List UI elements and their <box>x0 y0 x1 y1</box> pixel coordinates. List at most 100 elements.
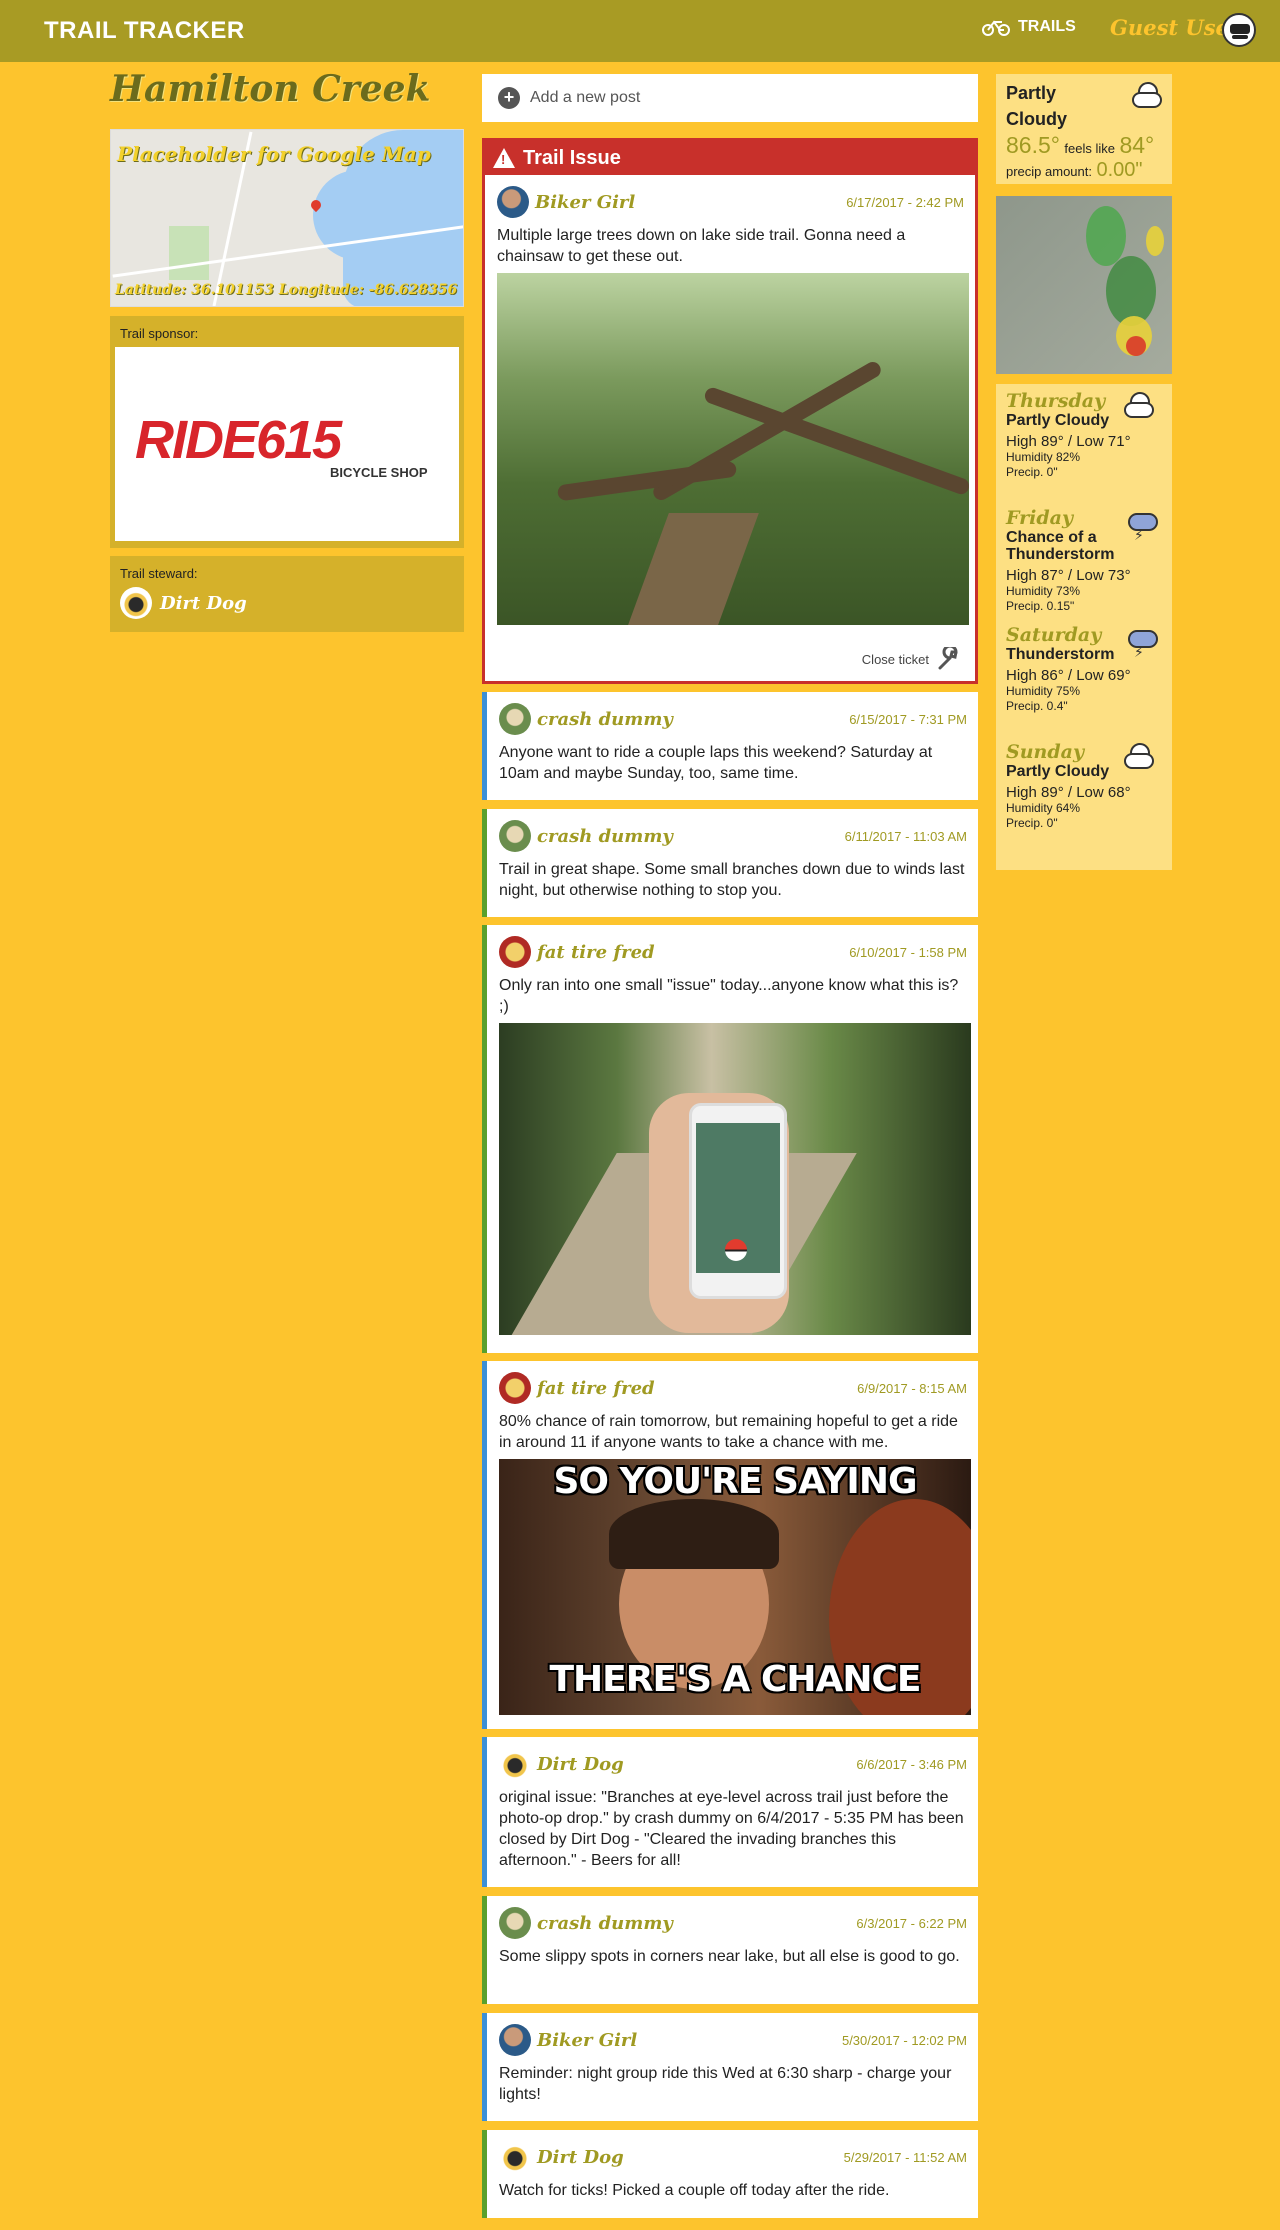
trail-issue-card: ! Trail Issue Biker Girl 6/17/2017 - 2:4… <box>482 138 978 684</box>
avatar <box>499 2024 531 2056</box>
radar-blob <box>1146 226 1164 256</box>
current-condition: Partly Cloudy <box>1006 83 1067 129</box>
meme-bottom-text: THERE'S A CHANCE <box>549 1659 921 1700</box>
user-name[interactable]: Guest User <box>1110 15 1240 40</box>
post-author[interactable]: crash dummy <box>537 826 673 847</box>
avatar <box>499 1907 531 1939</box>
post-card: fat tire fred 6/9/2017 - 8:15 AM 80% cha… <box>482 1361 978 1729</box>
feels-like-label: feels like <box>1064 141 1115 156</box>
steward-panel: Trail steward: Dirt Dog <box>110 556 464 632</box>
forecast-precip: Precip. 0" <box>1006 816 1058 830</box>
post-date: 6/9/2017 - 8:15 AM <box>857 1380 967 1396</box>
avatar <box>499 703 531 735</box>
forecast-high-low: High 89° / Low 68° <box>1006 784 1131 801</box>
post-author[interactable]: Dirt Dog <box>537 2147 624 2168</box>
post-author[interactable]: crash dummy <box>537 1913 673 1934</box>
post-author[interactable]: fat tire fred <box>537 1378 655 1399</box>
nav-trails-link[interactable]: TRAILS <box>982 18 1076 36</box>
map-placeholder-label: Placeholder for Google Map <box>117 142 431 166</box>
forecast-high-low: High 86° / Low 69° <box>1006 667 1131 684</box>
post-text: Some slippy spots in corners near lake, … <box>499 1948 960 1965</box>
post-author[interactable]: Dirt Dog <box>537 1754 624 1775</box>
forecast-precip: Precip. 0.15" <box>1006 599 1075 613</box>
post-text: Only ran into one small "issue" today...… <box>499 977 959 1015</box>
post-text: 80% chance of rain tomorrow, but remaini… <box>499 1413 958 1451</box>
current-temp: 86.5° <box>1006 132 1060 158</box>
forecast-humidity: Humidity 75% <box>1006 684 1081 698</box>
pokeball-icon <box>725 1239 747 1261</box>
feels-like-temp: 84° <box>1119 132 1155 158</box>
plus-icon: + <box>498 87 520 109</box>
add-post-label: Add a new post <box>530 89 641 106</box>
radar-blob <box>1086 206 1126 266</box>
steward-name[interactable]: Dirt Dog <box>160 593 247 614</box>
post-date: 6/3/2017 - 6:22 PM <box>856 1915 967 1931</box>
forecast-day: Sunday Partly Cloudy High 89° / Low 68° … <box>1006 741 1162 858</box>
post-date: 6/11/2017 - 11:03 AM <box>844 828 967 844</box>
avatar <box>120 587 152 619</box>
meme-top-text: SO YOU'RE SAYING <box>553 1461 917 1502</box>
post-date: 5/30/2017 - 12:02 PM <box>841 2032 967 2048</box>
avatar <box>497 186 529 218</box>
forecast-high-low: High 87° / Low 73° <box>1006 567 1131 584</box>
post-author[interactable]: fat tire fred <box>537 942 655 963</box>
post-date: 6/15/2017 - 7:31 PM <box>849 711 967 727</box>
post-photo[interactable] <box>497 273 969 625</box>
user-avatar[interactable] <box>1222 13 1256 47</box>
forecast-day: Thursday Partly Cloudy High 89° / Low 71… <box>1006 390 1162 507</box>
forecast-humidity: Humidity 64% <box>1006 801 1081 815</box>
sponsor-panel: Trail sponsor: RIDE615 BICYCLE SHOP <box>110 316 464 548</box>
close-ticket-label: Close ticket <box>861 651 929 667</box>
post-card: Biker Girl 5/30/2017 - 12:02 PM Reminder… <box>482 2013 978 2121</box>
precip-amount: 0.00" <box>1096 159 1143 181</box>
thunderstorm-icon: ⚡ <box>1124 626 1158 660</box>
post-card: crash dummy 6/3/2017 - 6:22 PM Some slip… <box>482 1896 978 2004</box>
weather-radar-map[interactable] <box>996 196 1172 374</box>
close-ticket-button[interactable]: Close ticket <box>862 647 961 671</box>
avatar <box>499 1748 531 1780</box>
avatar <box>499 2141 531 2173</box>
post-photo[interactable] <box>499 1023 971 1335</box>
post-author[interactable]: Biker Girl <box>535 192 635 213</box>
avatar <box>499 1372 531 1404</box>
trail-map[interactable]: Placeholder for Google Map Latitude: 36.… <box>110 129 464 307</box>
partly-cloudy-icon <box>1124 392 1158 420</box>
avatar <box>499 820 531 852</box>
bicycle-icon <box>982 20 1010 36</box>
forecast-precip: Precip. 0" <box>1006 465 1058 479</box>
photo-trail-path <box>625 513 759 625</box>
forecast-panel: Thursday Partly Cloudy High 89° / Low 71… <box>996 384 1172 870</box>
post-date: 5/29/2017 - 11:52 AM <box>843 2149 967 2165</box>
meme-hair <box>609 1499 779 1569</box>
post-date: 6/6/2017 - 3:46 PM <box>856 1756 967 1772</box>
top-nav-bar: TRAIL TRACKER TRAILS Guest User <box>0 0 1280 62</box>
post-text: Trail in great shape. Some small branche… <box>499 861 965 899</box>
post-text: Reminder: night group ride this Wed at 6… <box>499 2065 952 2103</box>
warning-icon: ! <box>493 148 515 168</box>
sponsor-logo[interactable]: RIDE615 BICYCLE SHOP <box>115 347 459 541</box>
post-photo[interactable]: SO YOU'RE SAYING THERE'S A CHANCE <box>499 1459 971 1715</box>
forecast-humidity: Humidity 82% <box>1006 450 1081 464</box>
precip-label: precip amount: <box>1006 164 1092 179</box>
post-text: Watch for ticks! Picked a couple off tod… <box>499 2182 890 2199</box>
thunderstorm-icon: ⚡ <box>1124 509 1158 543</box>
map-coordinates: Latitude: 36.101153 Longitude: -86.62835… <box>115 282 458 298</box>
post-card: crash dummy 6/11/2017 - 11:03 AM Trail i… <box>482 809 978 917</box>
post-author[interactable]: crash dummy <box>537 709 673 730</box>
wrench-icon <box>938 647 958 670</box>
post-card: Dirt Dog 6/6/2017 - 3:46 PM original iss… <box>482 1737 978 1887</box>
partly-cloudy-icon <box>1124 743 1158 771</box>
brand-logo[interactable]: TRAIL TRACKER <box>44 17 245 45</box>
forecast-humidity: Humidity 73% <box>1006 584 1081 598</box>
nav-trails-label: TRAILS <box>1018 18 1076 35</box>
issue-header-label: Trail Issue <box>523 146 621 169</box>
post-card: crash dummy 6/15/2017 - 7:31 PM Anyone w… <box>482 692 978 800</box>
avatar <box>499 936 531 968</box>
post-date: 6/10/2017 - 1:58 PM <box>849 944 967 960</box>
photo-fallen-tree <box>556 460 738 502</box>
add-post-button[interactable]: + Add a new post <box>482 74 978 122</box>
post-author[interactable]: Biker Girl <box>537 2030 637 2051</box>
forecast-high-low: High 89° / Low 71° <box>1006 433 1131 450</box>
forecast-day: ⚡ Saturday Thunderstorm High 86° / Low 6… <box>1006 624 1162 741</box>
current-weather-panel: Partly Cloudy 86.5° feels like 84° preci… <box>996 74 1172 184</box>
